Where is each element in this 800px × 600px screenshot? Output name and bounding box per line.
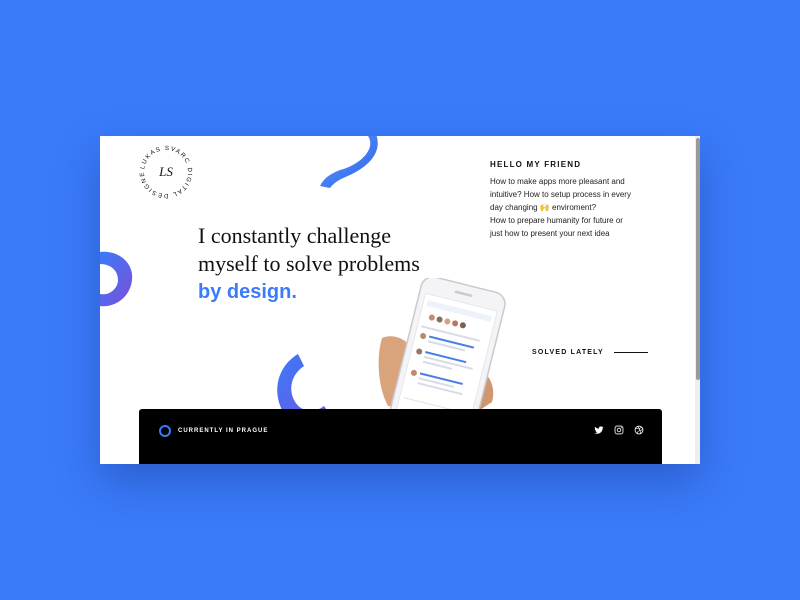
dribbble-icon[interactable] [634, 425, 644, 435]
intro-line-5: just how to present your next idea [490, 229, 610, 238]
twitter-icon[interactable] [594, 425, 604, 435]
intro-line-3: day changing 🙌 enviroment? [490, 203, 597, 212]
hero-line-2: myself to solve problems [198, 251, 420, 276]
intro-line-4: How to prepare humanity for future or [490, 216, 623, 225]
browser-window: LUKAS SVARC DIGITAL DESIGNER LS [100, 136, 700, 464]
deco-swoosh-top [320, 136, 378, 188]
intro-line-1: How to make apps more pleasant and [490, 177, 625, 186]
location-indicator: CURRENTLY IN PRAGUE [159, 425, 268, 437]
scrollbar[interactable] [695, 136, 700, 464]
intro-block: HELLO MY FRIEND How to make apps more pl… [490, 160, 660, 240]
instagram-icon[interactable] [614, 425, 624, 435]
intro-title: HELLO MY FRIEND [490, 160, 582, 169]
solved-lately-link[interactable]: SOLVED LATELY [532, 349, 648, 356]
logo-badge[interactable]: LUKAS SVARC DIGITAL DESIGNER LS [136, 142, 196, 202]
location-ring-icon [159, 425, 171, 437]
hero-line-1: I constantly challenge [198, 223, 392, 248]
location-label: CURRENTLY IN PRAGUE [178, 428, 269, 434]
intro-text: How to make apps more pleasant and intui… [490, 175, 660, 240]
logo-monogram: LS [158, 164, 173, 179]
footer-bar: CURRENTLY IN PRAGUE [139, 409, 662, 464]
scrollbar-thumb[interactable] [696, 138, 700, 380]
solved-lately-line [613, 352, 648, 353]
intro-line-2: intuitive? How to setup process in every [490, 190, 631, 199]
social-links [594, 425, 644, 435]
deco-ring-left [100, 251, 133, 307]
solved-lately-label: SOLVED LATELY [532, 349, 604, 356]
